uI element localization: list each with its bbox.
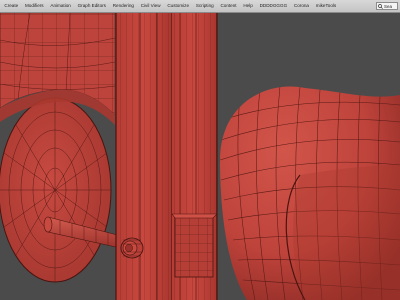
- threaded-knob: [120, 237, 144, 259]
- menu-graph-editors[interactable]: Graph Editors: [74, 0, 109, 12]
- left-post-mesh: [115, 13, 173, 300]
- sphere-mesh: [220, 86, 400, 300]
- menu-animation[interactable]: Animation: [47, 0, 74, 12]
- menu-bar: Create Modifiers Animation Graph Editors…: [0, 0, 400, 13]
- menu-corona[interactable]: Corona: [291, 0, 313, 12]
- menu-modifiers[interactable]: Modifiers: [22, 0, 47, 12]
- menu-ddddgggg[interactable]: DDDDGGGG: [256, 0, 290, 12]
- viewport-perspective[interactable]: [0, 13, 400, 300]
- search-icon: [378, 3, 383, 9]
- menu-rendering[interactable]: Rendering: [109, 0, 137, 12]
- menu-civil-view[interactable]: Civil View: [137, 0, 164, 12]
- search-field[interactable]: Sea: [376, 2, 398, 10]
- menu-miketools[interactable]: mikeTools: [312, 0, 339, 12]
- menu-customize[interactable]: Customize: [164, 0, 192, 12]
- connector-block: [171, 213, 218, 278]
- menu-scripting[interactable]: Scripting: [192, 0, 217, 12]
- menu-list: Create Modifiers Animation Graph Editors…: [0, 0, 340, 12]
- app-window: Create Modifiers Animation Graph Editors…: [0, 0, 400, 300]
- menu-help[interactable]: Help: [240, 0, 256, 12]
- search-label: Sea: [384, 3, 393, 9]
- menu-content[interactable]: Content: [217, 0, 240, 12]
- menu-create[interactable]: Create: [1, 0, 22, 12]
- viewport-canvas[interactable]: [0, 13, 400, 300]
